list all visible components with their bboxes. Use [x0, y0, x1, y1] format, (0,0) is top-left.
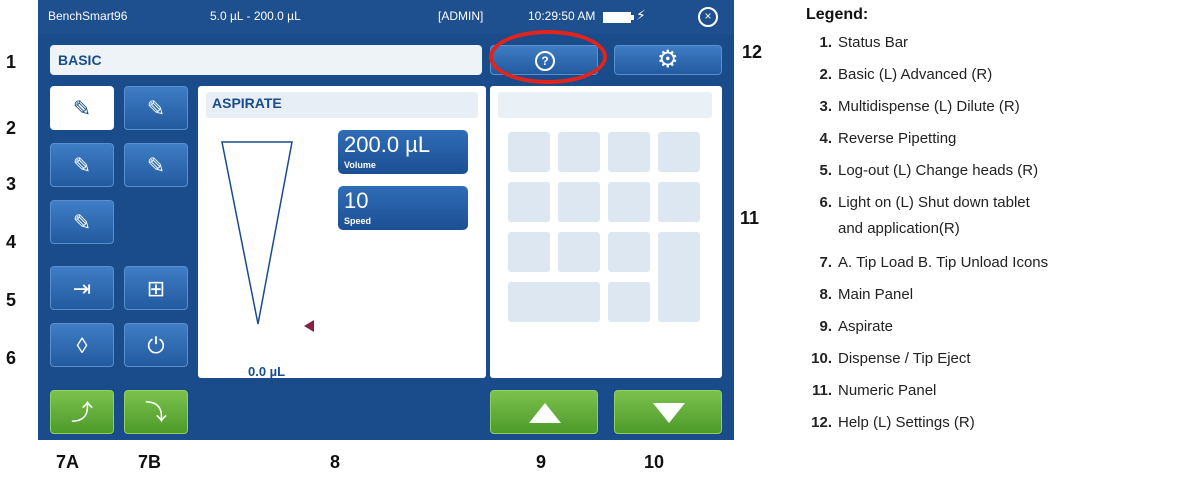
close-icon[interactable]: × [698, 7, 718, 27]
power-icon: ⏻ [147, 333, 165, 358]
callout-7b: 7B [138, 452, 162, 472]
tip-volume-graphic [221, 141, 314, 332]
arrow-down-icon [653, 403, 685, 423]
mode-bar: BASIC [50, 45, 482, 75]
current-volume: 0.0 µL [248, 364, 286, 379]
speed-value: 10 [344, 188, 369, 213]
key-8[interactable] [558, 132, 600, 172]
multidispense-button[interactable]: ✎ [50, 143, 114, 187]
tip-unload-button[interactable]: ⤵ [124, 390, 188, 434]
pipette-dilute-icon: ✎ [146, 153, 166, 178]
callout-8: 8 [330, 452, 341, 472]
mode-title: ASPIRATE [206, 92, 478, 118]
logout-button[interactable]: ⇥ [50, 266, 114, 310]
volume-value: 200.0 µL [344, 132, 431, 157]
legend-item: 4. Reverse Pipetting [819, 130, 957, 147]
battery-icon [603, 12, 634, 23]
charging-icon: ⚡ [636, 7, 646, 23]
dilute-button[interactable]: ✎ [124, 143, 188, 187]
pipette-icon: ✎ [72, 96, 92, 121]
callout-1: 1 [6, 52, 17, 72]
settings-button[interactable]: ⚙ [614, 45, 722, 75]
aspirate-button[interactable] [490, 390, 598, 434]
legend-item: 2. Basic (L) Advanced (R) [819, 66, 993, 83]
main-panel: ASPIRATE 200.0 µL Volume 10 Speed 0.0 µL [198, 86, 486, 379]
speed-label: Speed [344, 216, 372, 226]
light-icon: ◊ [76, 333, 88, 358]
legend-item: 9. Aspirate [819, 318, 894, 335]
key-2[interactable] [558, 232, 600, 272]
numeric-display [498, 92, 712, 118]
key-5[interactable] [558, 182, 600, 222]
legend-item: 5. Log-out (L) Change heads (R) [819, 162, 1039, 179]
dispense-button[interactable] [614, 390, 722, 434]
volume-field[interactable]: 200.0 µL Volume [338, 130, 468, 174]
callout-11: 11 [740, 208, 760, 228]
tip-unload-icon: ⤵ [144, 400, 167, 425]
key-4[interactable] [508, 182, 550, 222]
legend-title: Legend: [806, 6, 869, 23]
light-on-button[interactable]: ◊ [50, 323, 114, 367]
legend-item: and application(R) [838, 220, 960, 237]
pipette-reverse-icon: ✎ [72, 210, 92, 235]
key-clear[interactable] [658, 182, 700, 222]
highlight-ring [489, 30, 607, 84]
pipette-plus-icon: ✎ [146, 96, 166, 121]
tip-load-icon: ⤴ [70, 400, 93, 425]
reverse-pipetting-button[interactable]: ✎ [50, 200, 114, 244]
key-0[interactable] [508, 282, 600, 322]
arrow-up-icon [529, 403, 561, 423]
change-heads-button[interactable]: ⊞ [124, 266, 188, 310]
basic-mode-button[interactable]: ✎ [50, 86, 114, 130]
legend-item: 1. Status Bar [819, 34, 909, 51]
key-9[interactable] [608, 132, 650, 172]
key-3[interactable] [608, 232, 650, 272]
callout-2: 2 [6, 118, 17, 138]
legend-item: 10. Dispense / Tip Eject [811, 350, 971, 367]
legend-item: 7. A. Tip Load B. Tip Unload Icons [819, 254, 1049, 271]
advanced-mode-button[interactable]: ✎ [124, 86, 188, 130]
callout-12: 12 [742, 42, 763, 62]
callout-10: 10 [644, 452, 665, 472]
change-heads-icon: ⊞ [146, 276, 166, 301]
shutdown-button[interactable]: ⏻ [124, 323, 188, 367]
callout-3: 3 [6, 174, 17, 194]
legend-item: 3. Multidispense (L) Dilute (R) [819, 98, 1020, 115]
volume-label: Volume [344, 160, 376, 170]
callout-9: 9 [536, 452, 547, 472]
callout-6: 6 [6, 348, 17, 368]
device-name: BenchSmart96 [48, 9, 128, 23]
key-7[interactable] [508, 132, 550, 172]
tip-load-button[interactable]: ⤴ [50, 390, 114, 434]
logout-icon: ⇥ [72, 276, 92, 301]
key-1[interactable] [508, 232, 550, 272]
legend-item: 6. Light on (L) Shut down tablet [819, 194, 1030, 211]
callout-4: 4 [6, 232, 17, 252]
legend-item: 8. Main Panel [819, 286, 914, 303]
legend-item: 12. Help (L) Settings (R) [811, 414, 975, 431]
key-6[interactable] [608, 182, 650, 222]
legend: Legend: 1. Status Bar 2. Basic (L) Advance… [806, 6, 1048, 431]
callout-7a: 7A [56, 452, 80, 472]
pipette-multi-icon: ✎ [72, 153, 92, 178]
device-screen: BenchSmart96 5.0 µL - 200.0 µL [ADMIN] 1… [38, 0, 734, 440]
key-decimal[interactable] [608, 282, 650, 322]
key-enter[interactable] [658, 232, 700, 322]
numeric-panel [490, 86, 722, 378]
clock: 10:29:50 AM [528, 9, 596, 23]
user-role: [ADMIN] [438, 9, 484, 23]
key-backspace[interactable] [658, 132, 700, 172]
legend-item: 11. Numeric Panel [811, 382, 937, 399]
speed-field[interactable]: 10 Speed [338, 186, 468, 230]
callout-5: 5 [6, 290, 17, 310]
volume-range: 5.0 µL - 200.0 µL [210, 9, 301, 23]
status-bar: BenchSmart96 5.0 µL - 200.0 µL [ADMIN] 1… [38, 0, 734, 34]
gear-icon: ⚙ [657, 46, 679, 73]
